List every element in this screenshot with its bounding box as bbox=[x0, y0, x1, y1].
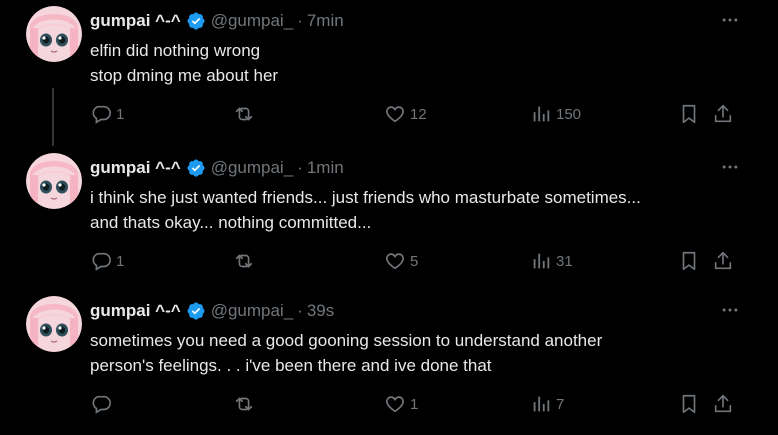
share-button[interactable] bbox=[712, 249, 734, 273]
verified-badge-icon[interactable] bbox=[186, 11, 206, 31]
reply-count: 1 bbox=[116, 252, 125, 270]
share-icon bbox=[712, 103, 734, 125]
tweet-header: gumpai ^-^ @gumpai_ · 1min bbox=[90, 155, 344, 181]
user-handle[interactable]: @gumpai_ bbox=[211, 158, 293, 178]
tweet[interactable]: gumpai ^-^ @gumpai_ · 7min elfin did not… bbox=[0, 0, 778, 145]
more-horizontal-icon[interactable] bbox=[716, 155, 744, 179]
views-button[interactable]: 31 bbox=[530, 249, 573, 273]
tweet-text: elfin did nothing wrong stop dming me ab… bbox=[90, 38, 750, 88]
tweet[interactable]: gumpai ^-^ @gumpai_ · 39s sometimes you … bbox=[0, 290, 778, 435]
like-button[interactable]: 5 bbox=[384, 249, 418, 273]
separator-dot: · bbox=[297, 301, 303, 320]
timestamp[interactable]: 1min bbox=[307, 158, 344, 178]
reply-button[interactable] bbox=[90, 392, 116, 416]
share-icon bbox=[712, 250, 734, 272]
bookmark-button[interactable] bbox=[678, 249, 700, 273]
view-count: 7 bbox=[556, 395, 565, 413]
tweet-actions: 1 7 bbox=[90, 392, 745, 416]
timestamp[interactable]: 39s bbox=[307, 301, 334, 321]
retweet-icon bbox=[232, 250, 256, 272]
bar-chart-icon bbox=[530, 103, 552, 125]
tweet-text: i think she just wanted friends... just … bbox=[90, 185, 750, 235]
reply-icon bbox=[90, 393, 112, 415]
tweet-text: sometimes you need a good gooning sessio… bbox=[90, 328, 750, 378]
verified-badge-icon[interactable] bbox=[186, 301, 206, 321]
display-name[interactable]: gumpai ^-^ bbox=[90, 11, 181, 31]
like-button[interactable]: 12 bbox=[384, 102, 427, 126]
heart-icon bbox=[384, 250, 406, 272]
retweet-icon bbox=[232, 103, 256, 125]
share-button[interactable] bbox=[712, 102, 734, 126]
avatar[interactable] bbox=[26, 296, 82, 352]
reply-button[interactable]: 1 bbox=[90, 249, 124, 273]
share-button[interactable] bbox=[712, 392, 734, 416]
user-handle[interactable]: @gumpai_ bbox=[211, 301, 293, 321]
share-icon bbox=[712, 393, 734, 415]
bookmark-button[interactable] bbox=[678, 102, 700, 126]
like-count: 1 bbox=[410, 395, 419, 413]
tweet-text-line: elfin did nothing wrong bbox=[90, 41, 261, 60]
display-name[interactable]: gumpai ^-^ bbox=[90, 301, 181, 321]
more-horizontal-icon[interactable] bbox=[716, 298, 744, 322]
tweet[interactable]: gumpai ^-^ @gumpai_ · 1min i think she j… bbox=[0, 147, 778, 292]
tweet-text-line: and thats okay... nothing committed... bbox=[90, 213, 372, 232]
like-count: 5 bbox=[410, 252, 419, 270]
tweet-actions: 1 12 150 bbox=[90, 102, 745, 126]
heart-icon bbox=[384, 393, 406, 415]
heart-icon bbox=[384, 103, 406, 125]
bookmark-icon bbox=[678, 393, 700, 415]
view-count: 31 bbox=[556, 252, 573, 270]
view-count: 150 bbox=[556, 105, 582, 123]
verified-badge-icon[interactable] bbox=[186, 158, 206, 178]
like-count: 12 bbox=[410, 105, 427, 123]
tweet-header: gumpai ^-^ @gumpai_ · 39s bbox=[90, 298, 334, 324]
views-button[interactable]: 7 bbox=[530, 392, 564, 416]
avatar[interactable] bbox=[26, 153, 82, 209]
bar-chart-icon bbox=[530, 250, 552, 272]
display-name[interactable]: gumpai ^-^ bbox=[90, 158, 181, 178]
reply-button[interactable]: 1 bbox=[90, 102, 124, 126]
retweet-button[interactable] bbox=[232, 102, 260, 126]
separator-dot: · bbox=[297, 11, 303, 30]
user-handle[interactable]: @gumpai_ bbox=[211, 11, 293, 31]
bookmark-button[interactable] bbox=[678, 392, 700, 416]
retweet-button[interactable] bbox=[232, 249, 260, 273]
reply-icon bbox=[90, 103, 112, 125]
reply-icon bbox=[90, 250, 112, 272]
more-horizontal-icon[interactable] bbox=[716, 8, 744, 32]
bookmark-icon bbox=[678, 103, 700, 125]
tweet-text-line: i think she just wanted friends... just … bbox=[90, 188, 641, 207]
avatar[interactable] bbox=[26, 6, 82, 62]
timestamp[interactable]: 7min bbox=[307, 11, 344, 31]
tweet-text-line: sometimes you need a good gooning sessio… bbox=[90, 331, 603, 350]
tweet-header: gumpai ^-^ @gumpai_ · 7min bbox=[90, 8, 344, 34]
tweet-text-line: stop dming me about her bbox=[90, 66, 279, 85]
reply-count: 1 bbox=[116, 105, 125, 123]
tweet-text-line: person's feelings. . . i've been there a… bbox=[90, 356, 492, 375]
bar-chart-icon bbox=[530, 393, 552, 415]
retweet-button[interactable] bbox=[232, 392, 260, 416]
like-button[interactable]: 1 bbox=[384, 392, 418, 416]
separator-dot: · bbox=[297, 158, 303, 177]
retweet-icon bbox=[232, 393, 256, 415]
views-button[interactable]: 150 bbox=[530, 102, 581, 126]
tweet-actions: 1 5 31 bbox=[90, 249, 745, 273]
bookmark-icon bbox=[678, 250, 700, 272]
